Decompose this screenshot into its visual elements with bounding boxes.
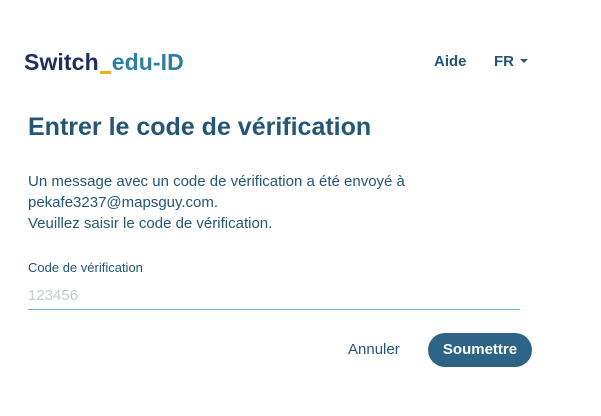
message-line: Un message avec un code de vérification …: [28, 173, 405, 190]
switch-edu-id-logo[interactable]: Switch edu-ID: [24, 46, 184, 78]
cancel-button[interactable]: Annuler: [340, 333, 408, 367]
page-title: Entrer le code de vérification: [28, 113, 372, 141]
submit-button[interactable]: Soumettre: [428, 333, 532, 367]
header: Switch edu-ID Aide FR: [24, 46, 544, 78]
logo-underscore-mark: [99, 71, 111, 74]
chevron-down-icon: [520, 59, 528, 63]
logo-switch-text: Switch: [24, 49, 99, 75]
verification-code-label: Code de vérification: [28, 260, 143, 275]
language-dropdown[interactable]: FR: [494, 46, 528, 78]
language-label: FR: [494, 53, 514, 70]
help-link[interactable]: Aide: [434, 46, 467, 78]
verification-message: Un message avec un code de vérification …: [28, 171, 548, 234]
message-email: pekafe3237@mapsguy.com.: [28, 194, 219, 211]
logo-edu-id-text: edu-ID: [111, 49, 184, 75]
message-line: Veuillez saisir le code de vérification.: [28, 215, 273, 232]
verification-code-input[interactable]: [28, 282, 520, 310]
